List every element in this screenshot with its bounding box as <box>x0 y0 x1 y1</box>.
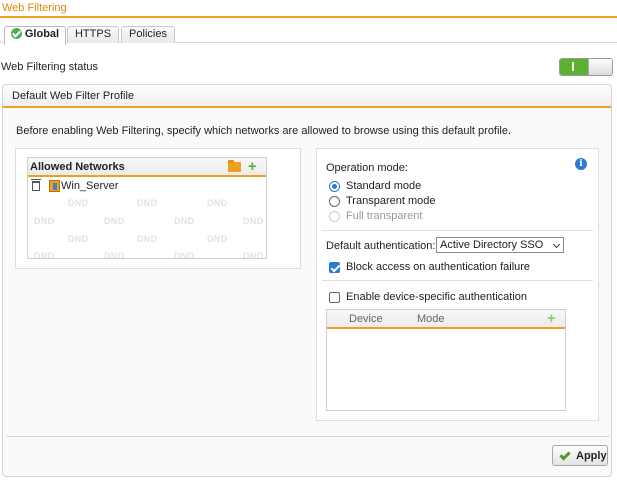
dnd-watermark: DND <box>68 198 89 208</box>
dnd-watermark: DND <box>34 251 55 259</box>
apply-button[interactable]: Apply <box>552 445 608 466</box>
trash-icon[interactable] <box>31 179 41 191</box>
tab-global-label: Global <box>24 28 60 40</box>
server-icon <box>49 180 60 192</box>
tab-policies-label: Policies <box>129 28 167 40</box>
checkmark-icon <box>559 449 571 461</box>
default-authentication-value: Active Directory SSO <box>440 239 544 251</box>
operation-mode-label: Operation mode: <box>326 162 408 174</box>
dnd-watermark: DND <box>104 216 125 226</box>
column-header-mode: Mode <box>417 313 445 325</box>
page-title: Web Filtering <box>2 2 67 14</box>
tab-global[interactable]: Global <box>4 26 66 45</box>
radio-full-transparent-label: Full transparent <box>346 210 423 222</box>
tab-https[interactable]: HTTPS <box>67 26 119 43</box>
block-access-label: Block access on authentication failure <box>346 261 531 273</box>
profile-intro-text: Before enabling Web Filtering, specify w… <box>16 125 512 137</box>
add-network-plus-icon[interactable]: + <box>248 159 257 174</box>
folder-icon[interactable] <box>228 160 241 172</box>
device-table-header: Device Mode + <box>327 310 565 329</box>
dnd-watermark: DND <box>34 216 55 226</box>
info-icon[interactable]: i <box>575 158 587 170</box>
tab-bar: Global HTTPS Policies <box>0 24 617 45</box>
toggle-knob <box>588 59 612 75</box>
toggle-on-segment <box>560 59 588 75</box>
web-filtering-status-label: Web Filtering status <box>1 61 99 73</box>
dnd-watermark: DND <box>174 251 195 259</box>
default-profile-panel: Default Web Filter Profile Before enabli… <box>2 84 612 477</box>
device-table: Device Mode + <box>326 309 566 411</box>
allowed-networks-header: Allowed Networks + <box>28 158 266 177</box>
tab-policies[interactable]: Policies <box>121 26 175 43</box>
default-authentication-select[interactable]: Active Directory SSO <box>436 237 564 253</box>
radio-transparent-mode-button[interactable] <box>329 196 340 207</box>
device-auth-checkbox[interactable] <box>329 292 340 303</box>
dnd-watermark: DND <box>243 251 264 259</box>
profile-header: Default Web Filter Profile <box>3 85 611 108</box>
allowed-networks-pane: Allowed Networks + Win_Server DND DND DN… <box>15 148 301 269</box>
column-header-device: Device <box>349 313 383 325</box>
list-item[interactable]: Win_Server <box>28 179 266 195</box>
dnd-watermark: DND <box>174 216 195 226</box>
tab-https-label: HTTPS <box>74 28 112 40</box>
apply-label: Apply <box>576 450 607 462</box>
dnd-watermark: DND <box>104 251 125 259</box>
dnd-watermark: DND <box>137 234 158 244</box>
network-name: Win_Server <box>61 180 119 192</box>
footer-divider <box>6 436 610 437</box>
divider <box>322 230 593 231</box>
radio-standard-mode-label: Standard mode <box>346 180 422 192</box>
toggle-on-indicator <box>572 62 574 71</box>
web-filtering-status-toggle[interactable] <box>559 58 613 76</box>
operation-settings-pane: Operation mode: i Standard mode Transpar… <box>316 148 599 421</box>
allowed-networks-list: Allowed Networks + Win_Server DND DND DN… <box>27 157 267 259</box>
dnd-watermark: DND <box>137 198 158 208</box>
dnd-watermark: DND <box>207 234 228 244</box>
block-access-checkbox[interactable] <box>329 262 340 273</box>
radio-full-transparent-button <box>329 211 340 222</box>
radio-transparent-mode-label: Transparent mode <box>346 195 436 207</box>
dnd-watermark: DND <box>243 216 264 226</box>
divider <box>322 280 593 281</box>
allowed-networks-title: Allowed Networks <box>30 161 125 173</box>
dnd-watermark: DND <box>207 198 228 208</box>
check-circle-icon <box>10 28 22 39</box>
default-authentication-label: Default authentication: <box>326 240 436 252</box>
add-device-plus-icon[interactable]: + <box>547 311 556 326</box>
radio-standard-mode-button[interactable] <box>329 181 340 192</box>
device-auth-label: Enable device-specific authentication <box>346 291 528 303</box>
title-divider <box>0 16 617 18</box>
dnd-watermark: DND <box>68 234 89 244</box>
chevron-down-icon <box>552 240 561 249</box>
